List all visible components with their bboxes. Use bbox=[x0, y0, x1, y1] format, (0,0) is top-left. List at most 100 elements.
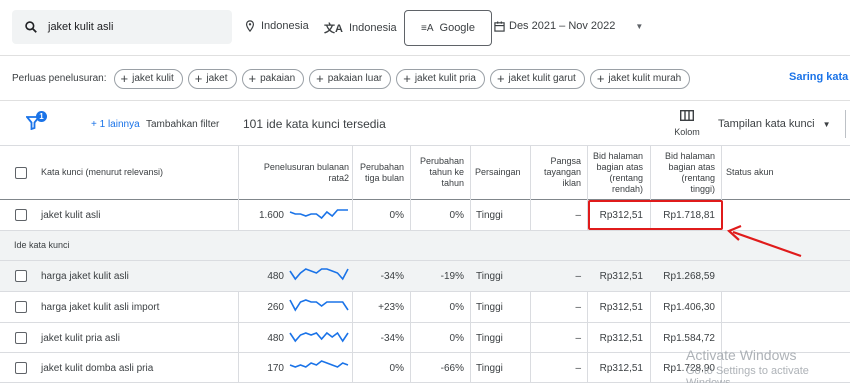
row-checkbox[interactable] bbox=[15, 362, 27, 374]
location-label: Indonesia bbox=[261, 20, 309, 32]
watermark-subtitle: Go to Settings to activate Windows. bbox=[686, 365, 809, 383]
chip-label: jaket kulit murah bbox=[608, 73, 682, 84]
select-all-checkbox[interactable] bbox=[15, 167, 27, 179]
keyword-cell: jaket kulit domba asli pria bbox=[41, 363, 154, 374]
header-avg-searches[interactable]: Penelusuran bulanan rata2 bbox=[243, 162, 349, 184]
row-checkbox[interactable] bbox=[15, 301, 27, 313]
row-checkbox[interactable] bbox=[15, 332, 27, 344]
language-label: Indonesia bbox=[348, 22, 397, 34]
competition-cell: Tinggi bbox=[476, 271, 503, 282]
trend-line bbox=[289, 331, 349, 343]
plus-icon: + bbox=[596, 71, 605, 86]
date-range-selector[interactable]: Des 2021 – Nov 2022 ▼ bbox=[494, 20, 643, 32]
search-icon bbox=[25, 21, 37, 33]
watermark-title: Activate Windows bbox=[686, 347, 797, 363]
top-bar: jaket kulit asli Indonesia 文A Indonesia … bbox=[0, 0, 850, 56]
change-yoy-cell: 0% bbox=[449, 333, 464, 344]
section-label: Ide kata kunci bbox=[14, 240, 70, 250]
divider bbox=[845, 110, 846, 138]
trend-sparkline bbox=[289, 268, 349, 281]
change-yoy-cell: -19% bbox=[440, 271, 464, 282]
refine-label: Perluas penelusuran: bbox=[12, 73, 107, 84]
change-3m-cell: 0% bbox=[389, 363, 404, 374]
location-selector[interactable]: Indonesia bbox=[245, 20, 309, 32]
header-keyword[interactable]: Kata kunci (menurut relevansi) bbox=[41, 167, 163, 177]
annotation-arrow-icon bbox=[726, 224, 802, 258]
search-input[interactable]: jaket kulit asli bbox=[12, 10, 232, 44]
refine-chip[interactable]: + pakaian bbox=[241, 68, 305, 89]
bid-low-cell: Rp312,51 bbox=[599, 333, 643, 344]
add-filter-button[interactable]: Tambahkan filter bbox=[146, 119, 219, 130]
avg-searches-cell: 480 bbox=[267, 333, 284, 344]
header-bid-low[interactable]: Bid halaman bagian atas (rentang rendah) bbox=[588, 151, 643, 195]
header-competition[interactable]: Persaingan bbox=[475, 167, 521, 177]
columns-button[interactable]: Kolom bbox=[670, 109, 704, 137]
table-header: Kata kunci (menurut relevansi) Penelusur… bbox=[0, 146, 850, 200]
columns-label: Kolom bbox=[674, 127, 700, 137]
refine-chip[interactable]: + jaket kulit garut bbox=[489, 68, 585, 89]
location-pin-icon bbox=[245, 20, 255, 32]
row-checkbox[interactable] bbox=[15, 270, 27, 282]
trend-sparkline bbox=[289, 360, 349, 368]
network-selector[interactable]: ≡A Google bbox=[404, 10, 492, 46]
refine-chip[interactable]: + jaket kulit bbox=[113, 68, 183, 89]
network-icon: ≡A bbox=[421, 22, 434, 34]
avg-searches-cell: 260 bbox=[267, 302, 284, 313]
view-label: Tampilan kata kunci bbox=[718, 118, 815, 130]
header-change-3m[interactable]: Perubahan tiga bulan bbox=[352, 162, 404, 184]
bid-low-cell: Rp312,51 bbox=[599, 271, 643, 282]
trend-line bbox=[289, 360, 349, 368]
keyword-cell: harga jaket kulit asli bbox=[41, 271, 129, 282]
chip-label: jaket kulit pria bbox=[414, 73, 476, 84]
translate-icon: 文A bbox=[324, 23, 343, 35]
change-3m-cell: -34% bbox=[380, 333, 404, 344]
competition-cell: Tinggi bbox=[476, 333, 503, 344]
network-label: Google bbox=[439, 22, 475, 34]
dropdown-arrow-icon: ▼ bbox=[822, 119, 831, 129]
trend-line bbox=[289, 209, 348, 220]
change-3m-cell: +23% bbox=[378, 302, 404, 313]
refine-chip[interactable]: + jaket kulit murah bbox=[589, 68, 691, 89]
trend-line bbox=[289, 268, 349, 281]
keyword-cell: jaket kulit pria asli bbox=[41, 333, 120, 344]
plus-icon: + bbox=[403, 71, 411, 86]
bid-high-cell: Rp1.268,59 bbox=[663, 271, 715, 282]
impression-share-cell: – bbox=[575, 302, 581, 313]
header-impression-share[interactable]: Pangsa tayangan iklan bbox=[530, 156, 581, 189]
refine-chip[interactable]: + jaket bbox=[187, 68, 237, 89]
refine-search-bar: Perluas penelusuran: + jaket kulit + jaket… bbox=[0, 57, 850, 101]
bid-high-cell: Rp1.406,30 bbox=[663, 302, 715, 313]
avg-searches-cell: 170 bbox=[267, 363, 284, 374]
refine-chip[interactable]: + pakaian luar bbox=[309, 68, 392, 89]
calendar-icon bbox=[494, 20, 505, 32]
change-yoy-cell: 0% bbox=[449, 210, 464, 221]
row-checkbox[interactable] bbox=[15, 209, 27, 221]
refine-keywords-link[interactable]: Saring kata k bbox=[789, 71, 850, 83]
language-selector[interactable]: 文A Indonesia bbox=[324, 20, 397, 36]
chip-label: jaket kulit garut bbox=[508, 73, 576, 84]
change-3m-cell: -34% bbox=[380, 271, 404, 282]
header-bid-high[interactable]: Bid halaman bagian atas (rentang tinggi) bbox=[650, 151, 715, 195]
plus-icon: + bbox=[496, 71, 505, 86]
bid-low-cell: Rp312,51 bbox=[599, 363, 643, 374]
trend-sparkline bbox=[289, 209, 348, 220]
change-yoy-cell: -66% bbox=[440, 363, 464, 374]
plus-icon: + bbox=[316, 71, 324, 86]
avg-searches-cell: 480 bbox=[267, 271, 284, 282]
activation-watermark: Activate Windows Go to Settings to activ… bbox=[686, 347, 850, 383]
more-filters-link[interactable]: + 1 lainnya bbox=[91, 119, 140, 130]
refine-chip[interactable]: + jaket kulit pria bbox=[396, 68, 485, 89]
header-account-status: Status akun bbox=[726, 167, 774, 177]
header-change-yoy[interactable]: Perubahan tahun ke tahun bbox=[410, 156, 464, 189]
view-selector[interactable]: Tampilan kata kunci ▼ bbox=[718, 118, 831, 130]
trend-sparkline bbox=[289, 299, 349, 312]
section-header: Ide kata kunci bbox=[0, 231, 850, 261]
change-3m-cell: 0% bbox=[389, 210, 404, 221]
impression-share-cell: – bbox=[575, 333, 581, 344]
competition-cell: Tinggi bbox=[476, 302, 503, 313]
chip-label: jaket bbox=[206, 73, 228, 84]
bid-low-cell: Rp312,51 bbox=[599, 302, 643, 313]
trend-sparkline bbox=[289, 331, 349, 343]
competition-cell: Tinggi bbox=[476, 210, 503, 221]
columns-icon bbox=[679, 109, 695, 122]
